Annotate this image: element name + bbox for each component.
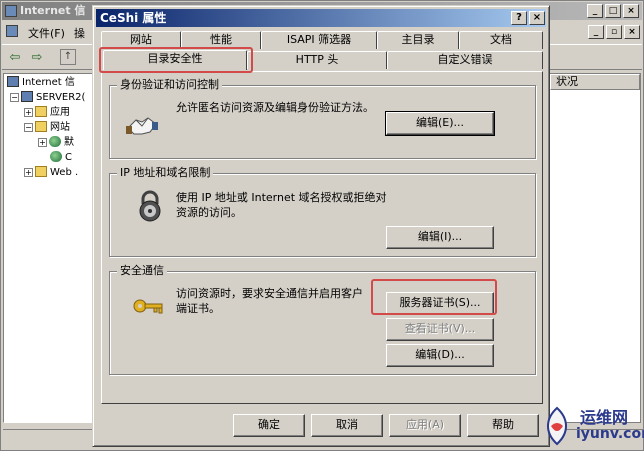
auth-description: 允许匿名访问资源及编辑身份验证方法。 [176,101,374,114]
watermark-line1: 运维网 [580,408,629,427]
close-icon[interactable]: × [623,4,639,18]
secure-legend: 安全通信 [117,264,167,278]
tab-panel-directory-security: 身份验证和访问控制 允许匿名访问资源及编辑身份验证方法。 编辑(E)... IP… [101,71,543,404]
forward-arrow-icon[interactable]: ⇨ [28,49,46,67]
dialog-title-bar: CeShi 属性 [96,9,546,27]
tab-documents[interactable]: 文档 [459,31,543,49]
highlight-box-tab [99,47,253,73]
tab-custom-errors[interactable]: 自定义错误 [387,51,543,69]
menu-app-icon [6,25,18,37]
tree-root[interactable]: Internet 信 [7,76,75,90]
properties-dialog: CeShi 属性 ? × 网站 性能 ISAPI 筛选器 主目录 文档 目录安全… [92,5,550,447]
tree-websites[interactable]: − 网站 [24,121,70,135]
child-close-icon[interactable]: × [624,25,640,39]
help-button[interactable]: 帮助 [467,414,539,437]
watermark-logo-icon [547,406,567,446]
tab-home-directory[interactable]: 主目录 [377,31,459,49]
maximize-icon[interactable]: □ [605,4,621,18]
highlight-box-server-cert [371,279,497,315]
globe-icon [50,151,62,162]
ip-edit-button[interactable]: 编辑(I)... [386,226,494,249]
tree-view: Internet 信 − SERVER2( + 应用 − 网站 + 默 C + Web . [3,73,95,423]
child-restore-icon[interactable]: ▫ [606,25,622,39]
view-certificate-button: 查看证书(V)... [386,318,494,341]
site-watermark: 运维网 iyunv.com [540,398,644,448]
server-icon [21,91,33,102]
secure-description: 访问资源时，要求安全通信并启用客户端证书。 [176,287,363,315]
help-question-icon[interactable]: ? [511,11,527,25]
ok-button[interactable]: 确定 [233,414,305,437]
tree-websites-label: 网站 [50,122,70,133]
folder-icon [35,106,47,117]
tree-root-label: Internet 信 [22,77,75,88]
cancel-button[interactable]: 取消 [311,414,383,437]
tab-isapi-filters[interactable]: ISAPI 筛选器 [261,31,377,49]
up-folder-icon[interactable]: ↑ [60,49,76,65]
tree-web-ext-label: Web . [50,167,79,178]
folder-icon [35,166,47,177]
padlock-icon [139,190,161,222]
tree-server-label: SERVER2( [36,92,86,103]
menu-action[interactable]: 操 [74,25,85,41]
tree-web-ext[interactable]: + Web . [24,166,78,180]
expand-icon[interactable]: + [24,108,33,117]
column-header-status[interactable]: 状况 [550,74,640,90]
tree-site2-label: C [65,152,72,163]
iis-root-icon [7,76,19,87]
watermark-line2: iyunv.com [576,426,644,442]
iis-title-text: Internet 信 [20,4,86,17]
key-icon [133,299,163,314]
collapse-icon[interactable]: − [24,123,33,132]
auth-legend: 身份验证和访问控制 [117,78,222,92]
collapse-icon[interactable]: − [10,93,19,102]
globe-icon [49,136,61,147]
dialog-title: CeShi 属性 [100,11,167,25]
folder-icon [35,121,47,132]
tree-server[interactable]: − SERVER2( [10,91,85,105]
iis-app-icon [5,5,17,17]
child-minimize-icon[interactable]: _ [588,25,604,39]
auth-edit-button[interactable]: 编辑(E)... [385,111,495,136]
ip-legend: IP 地址和域名限制 [117,166,214,180]
tree-app-pool[interactable]: + 应用 [24,106,70,120]
tab-http-headers[interactable]: HTTP 头 [247,51,387,69]
handshake-icon [126,117,158,135]
tree-app-pool-label: 应用 [50,107,70,118]
apply-button: 应用(A) [389,414,461,437]
tree-site1-label: 默 [64,137,74,148]
group-authentication: 身份验证和访问控制 允许匿名访问资源及编辑身份验证方法。 编辑(E)... [109,78,536,159]
tree-site-ceshi[interactable]: C [50,151,72,165]
ip-description: 使用 IP 地址或 Internet 域名授权或拒绝对资源的访问。 [176,191,387,219]
back-arrow-icon[interactable]: ⇦ [6,49,24,67]
group-ip-restrictions: IP 地址和域名限制 使用 IP 地址或 Internet 域名授权或拒绝对资源… [109,166,536,257]
tree-site-default[interactable]: + 默 [38,136,74,150]
expand-icon[interactable]: + [38,138,47,147]
expand-icon[interactable]: + [24,168,33,177]
secure-edit-button[interactable]: 编辑(D)... [386,344,494,367]
detail-pane: 状况 [549,73,641,423]
menu-file[interactable]: 文件(F) [28,25,65,41]
dialog-close-icon[interactable]: × [529,11,545,25]
minimize-icon[interactable]: _ [587,4,603,18]
